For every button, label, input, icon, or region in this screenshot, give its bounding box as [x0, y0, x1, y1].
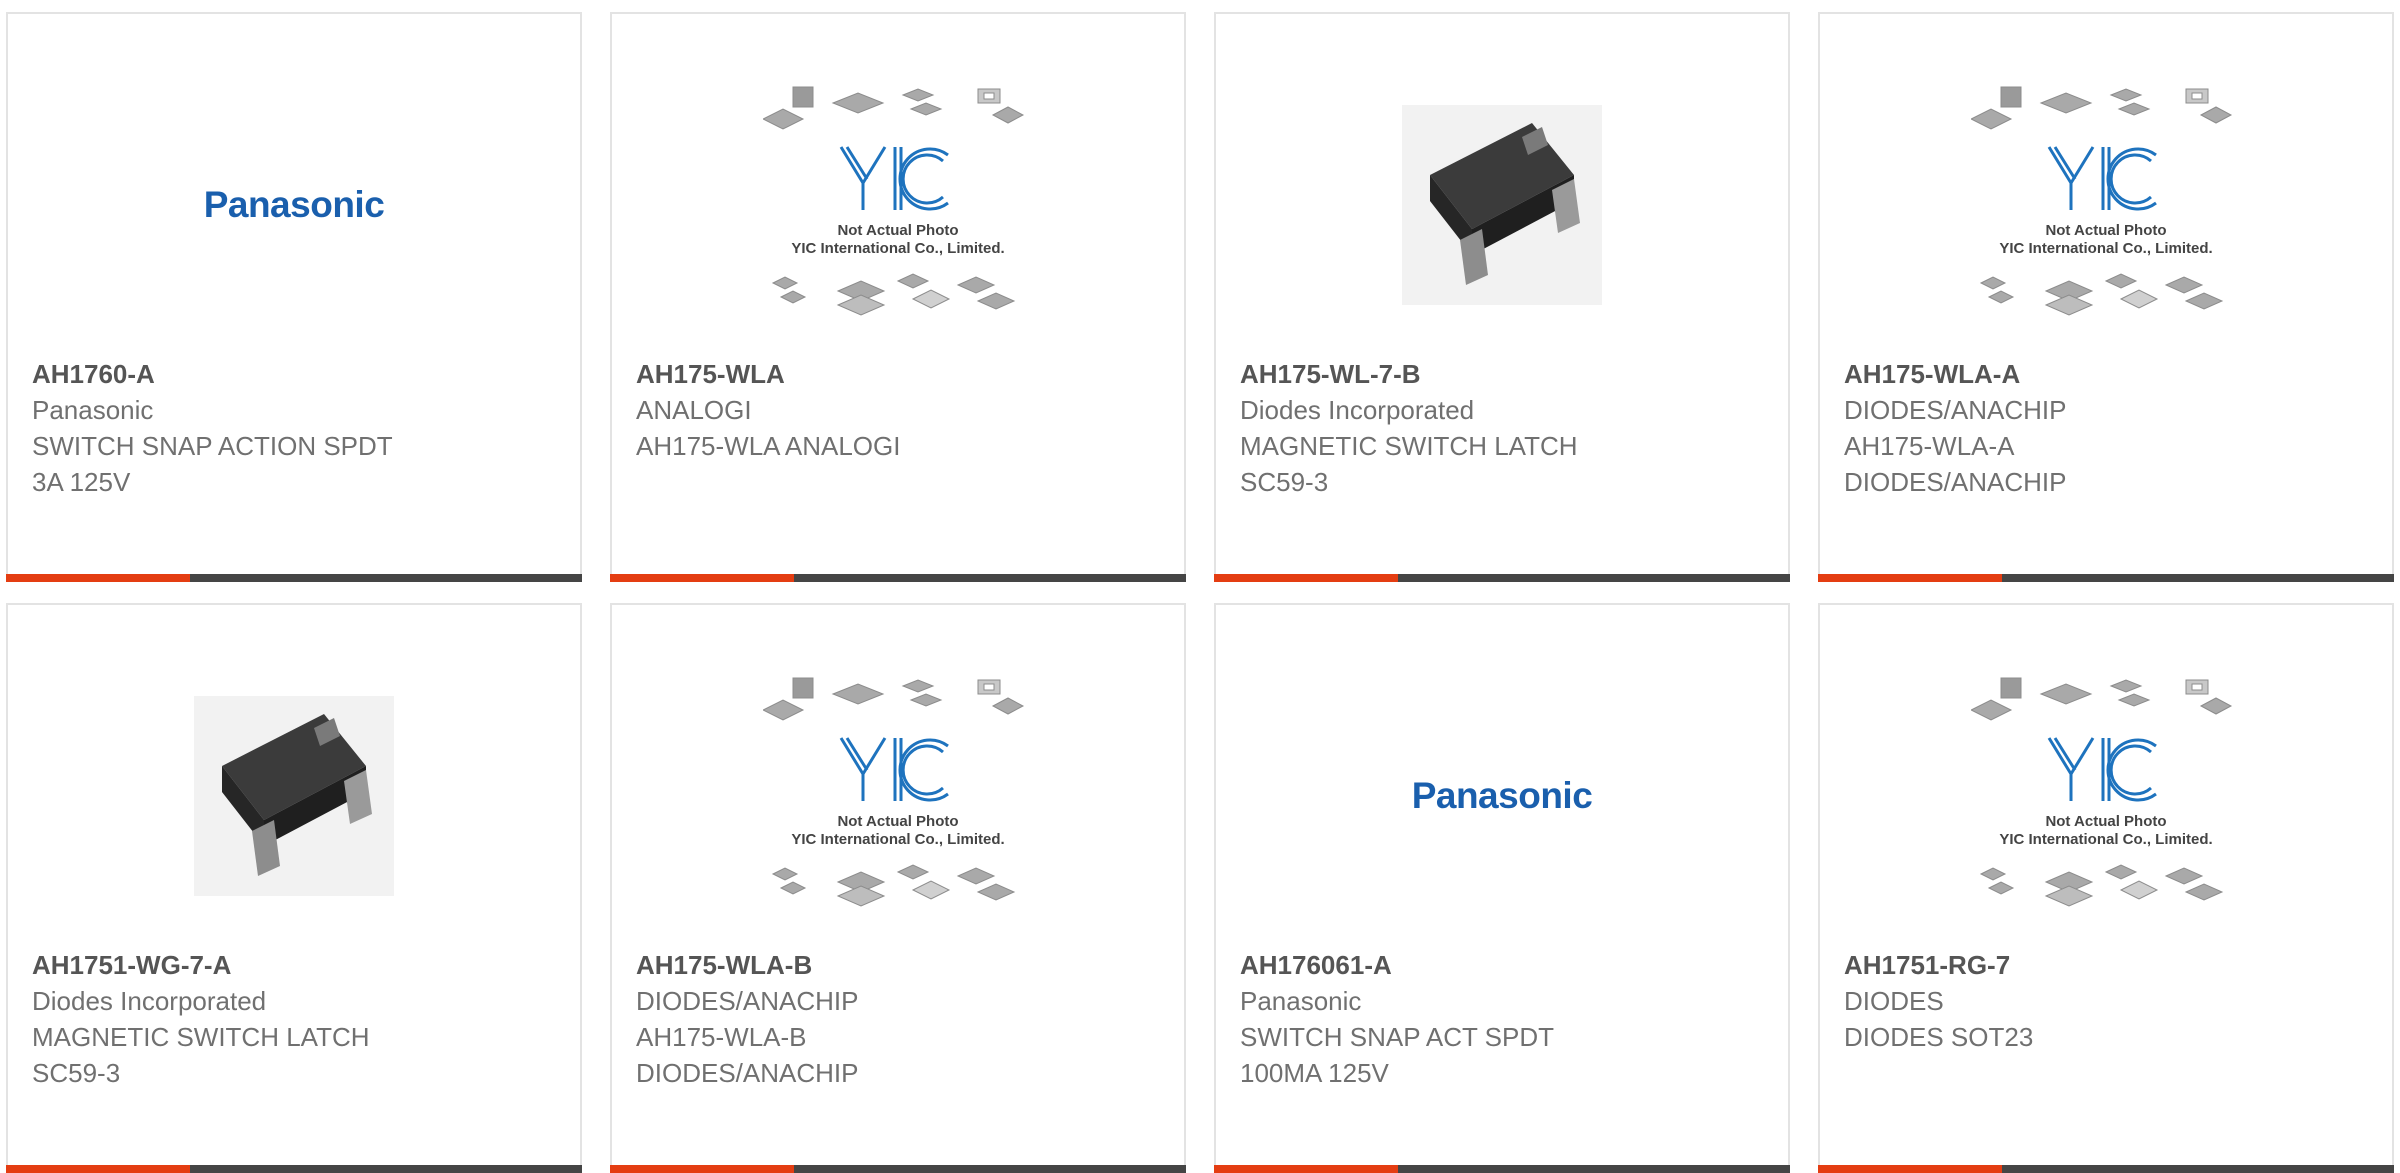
- description-line: SC59-3: [32, 1058, 121, 1088]
- description-line: 3A 125V: [32, 467, 131, 497]
- svg-text:YIC International Co., Limited: YIC International Co., Limited.: [791, 240, 1004, 257]
- card-accent-bar: [610, 1165, 794, 1173]
- manufacturer-label: Panasonic: [32, 395, 154, 425]
- description-line: DIODES/ANACHIP: [636, 1058, 859, 1088]
- manufacturer-label: DIODES: [1844, 986, 1944, 1016]
- svg-text:YIC International Co., Limited: YIC International Co., Limited.: [791, 831, 1004, 848]
- product-image[interactable]: Not Actual Photo YIC International Co., …: [612, 70, 1184, 340]
- card-accent-bar: [610, 574, 794, 582]
- not-actual-photo-icon: Not Actual Photo YIC International Co., …: [763, 677, 1025, 907]
- card-accent-bar: [1818, 574, 2002, 582]
- product-image[interactable]: Panasonic: [8, 70, 580, 340]
- product-info: AH1760-A Panasonic SWITCH SNAP ACTION SPDT…: [32, 356, 560, 500]
- not-actual-photo-icon: Not Actual Photo YIC International Co., …: [763, 86, 1025, 316]
- not-actual-photo-icon: Not Actual Photo YIC International Co., …: [1971, 677, 2233, 907]
- svg-text:Not Actual Photo: Not Actual Photo: [2045, 813, 2166, 830]
- product-card[interactable]: Not Actual Photo YIC International Co., …: [610, 12, 1186, 582]
- panasonic-logo: Panasonic: [1411, 775, 1593, 816]
- card-bottom-bar: [6, 574, 582, 582]
- card-bottom-bar: [6, 1165, 582, 1173]
- part-number-link[interactable]: AH176061-A: [1240, 947, 1768, 983]
- manufacturer-label: Diodes Incorporated: [32, 986, 267, 1016]
- product-info: AH176061-A Panasonic SWITCH SNAP ACT SPDT 1…: [1240, 947, 1768, 1091]
- product-image[interactable]: [1216, 70, 1788, 340]
- product-card[interactable]: AH1751-WG-7-A Diodes Incorporated MAGNETIC…: [6, 603, 582, 1173]
- manufacturer-label: Panasonic: [1240, 986, 1362, 1016]
- svg-text:Not Actual Photo: Not Actual Photo: [837, 813, 958, 830]
- product-image[interactable]: Not Actual Photo YIC International Co., …: [1820, 661, 2392, 931]
- part-number-link[interactable]: AH175-WLA-A: [1844, 356, 2372, 392]
- product-info: AH175-WLA-A DIODES/ANACHIP AH175-WLA-A DIOD…: [1844, 356, 2372, 500]
- description-line: AH175-WLA ANALOGI: [636, 431, 901, 461]
- description-line: AH175-WLA-A: [1844, 431, 2015, 461]
- panasonic-logo: Panasonic: [203, 184, 385, 225]
- product-card[interactable]: Panasonic AH176061-A Panasonic SWITCH SNAP …: [1214, 603, 1790, 1173]
- product-info: AH1751-RG-7 DIODES DIODES SOT23: [1844, 947, 2372, 1055]
- card-accent-bar: [1818, 1165, 2002, 1173]
- description-line: AH175-WLA-B: [636, 1022, 807, 1052]
- product-card[interactable]: AH175-WL-7-B Diodes Incorporated MAGNETIC …: [1214, 12, 1790, 582]
- svg-text:YIC International Co., Limited: YIC International Co., Limited.: [1999, 831, 2212, 848]
- card-bottom-bar: [610, 1165, 1186, 1173]
- chip-photo: [1402, 105, 1602, 305]
- manufacturer-label: Diodes Incorporated: [1240, 395, 1475, 425]
- svg-text:Not Actual Photo: Not Actual Photo: [2045, 222, 2166, 239]
- manufacturer-label: DIODES/ANACHIP: [1844, 395, 2067, 425]
- part-number-link[interactable]: AH1751-WG-7-A: [32, 947, 560, 983]
- product-card[interactable]: Not Actual Photo YIC International Co., …: [1818, 603, 2394, 1173]
- card-accent-bar: [1214, 574, 1398, 582]
- product-card[interactable]: Not Actual Photo YIC International Co., …: [1818, 12, 2394, 582]
- description-line: SWITCH SNAP ACT SPDT: [1240, 1022, 1554, 1052]
- card-bottom-bar: [1818, 574, 2394, 582]
- description-line: DIODES/ANACHIP: [1844, 467, 2067, 497]
- card-bottom-bar: [1214, 1165, 1790, 1173]
- product-info: AH175-WLA ANALOGI AH175-WLA ANALOGI: [636, 356, 1164, 464]
- product-info: AH1751-WG-7-A Diodes Incorporated MAGNETIC…: [32, 947, 560, 1091]
- part-number-link[interactable]: AH175-WLA: [636, 356, 1164, 392]
- manufacturer-label: DIODES/ANACHIP: [636, 986, 859, 1016]
- part-number-link[interactable]: AH175-WLA-B: [636, 947, 1164, 983]
- product-card[interactable]: Not Actual Photo YIC International Co., …: [610, 603, 1186, 1173]
- part-number-link[interactable]: AH175-WL-7-B: [1240, 356, 1768, 392]
- product-grid: Panasonic AH1760-A Panasonic SWITCH SNAP AC…: [0, 0, 2400, 1173]
- description-line: MAGNETIC SWITCH LATCH: [1240, 431, 1578, 461]
- description-line: SC59-3: [1240, 467, 1329, 497]
- product-image[interactable]: Panasonic: [1216, 661, 1788, 931]
- product-image[interactable]: Not Actual Photo YIC International Co., …: [1820, 70, 2392, 340]
- part-number-link[interactable]: AH1751-RG-7: [1844, 947, 2372, 983]
- description-line: 100MA 125V: [1240, 1058, 1389, 1088]
- card-bottom-bar: [610, 574, 1186, 582]
- not-actual-photo-icon: Not Actual Photo YIC International Co., …: [1971, 86, 2233, 316]
- description-line: DIODES SOT23: [1844, 1022, 2034, 1052]
- product-info: AH175-WLA-B DIODES/ANACHIP AH175-WLA-B DIOD…: [636, 947, 1164, 1091]
- svg-text:Not Actual Photo: Not Actual Photo: [837, 222, 958, 239]
- card-bottom-bar: [1818, 1165, 2394, 1173]
- chip-photo: [194, 696, 394, 896]
- product-image[interactable]: Not Actual Photo YIC International Co., …: [612, 661, 1184, 931]
- svg-text:YIC International Co., Limited: YIC International Co., Limited.: [1999, 240, 2212, 257]
- description-line: MAGNETIC SWITCH LATCH: [32, 1022, 370, 1052]
- card-accent-bar: [6, 1165, 190, 1173]
- card-accent-bar: [6, 574, 190, 582]
- part-number-link[interactable]: AH1760-A: [32, 356, 560, 392]
- product-image[interactable]: [8, 661, 580, 931]
- manufacturer-label: ANALOGI: [636, 395, 752, 425]
- product-info: AH175-WL-7-B Diodes Incorporated MAGNETIC …: [1240, 356, 1768, 500]
- description-line: SWITCH SNAP ACTION SPDT: [32, 431, 393, 461]
- card-bottom-bar: [1214, 574, 1790, 582]
- product-card[interactable]: Panasonic AH1760-A Panasonic SWITCH SNAP AC…: [6, 12, 582, 582]
- card-accent-bar: [1214, 1165, 1398, 1173]
